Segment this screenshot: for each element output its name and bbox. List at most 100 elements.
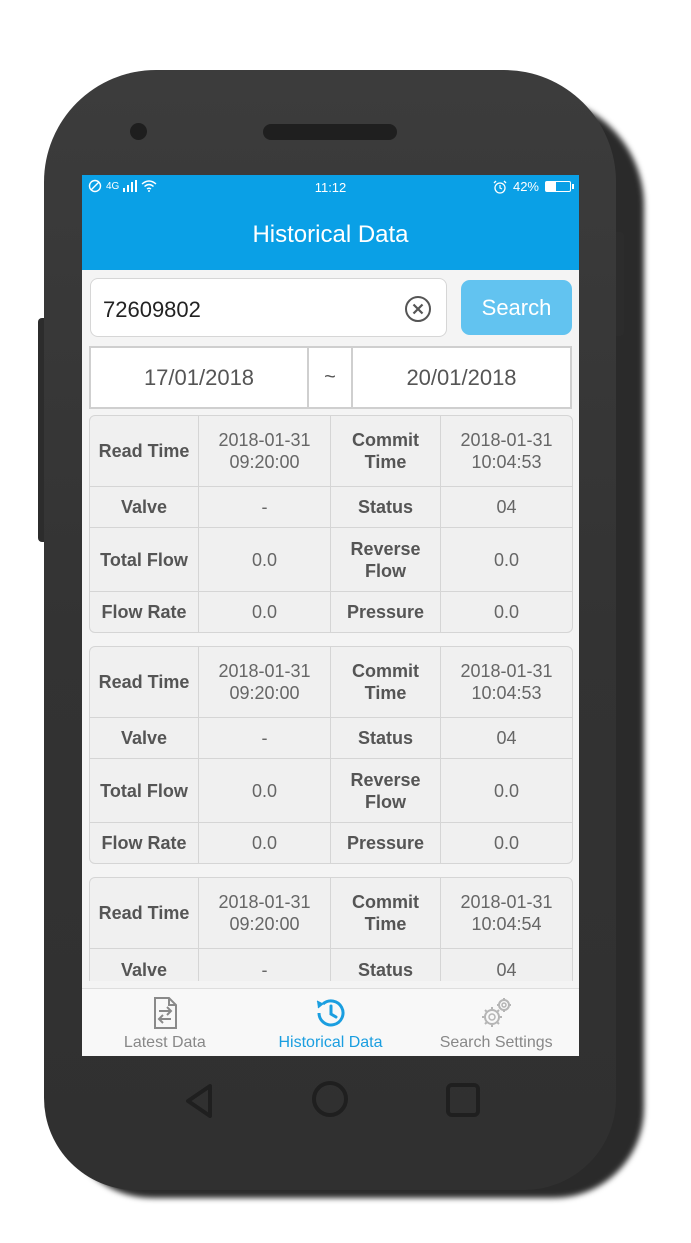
pressure-value: 0.0 <box>493 602 520 622</box>
list-item[interactable]: Read Time 2018-01-31 09:20:00 Commit Time … <box>89 877 573 981</box>
home-icon[interactable] <box>312 1081 348 1117</box>
tab-label: Latest Data <box>123 1034 206 1051</box>
read-time-value: 2018-01-31 09:20:00 <box>199 416 331 486</box>
clear-icon[interactable] <box>404 295 432 323</box>
total-flow-label: Total Flow <box>90 759 199 822</box>
status-value: 04 <box>496 959 517 980</box>
start-date-field[interactable]: 17/01/2018 <box>91 348 309 407</box>
valve-status-row: Valve - Status 04 <box>90 949 572 981</box>
rate-pressure-row: Flow Rate 0.0 Pressure 0.0 <box>90 592 572 632</box>
reverse-flow-value: 0.0 <box>493 549 520 570</box>
pressure-label: Pressure <box>331 592 441 632</box>
app-screen: 4G 11:12 42% Historical Data 72609802 Se… <box>82 175 579 1056</box>
commit-time-label: Commit Time <box>331 647 441 717</box>
commit-time-label-line1: Commit <box>352 661 419 681</box>
reverse-flow-label-line2: Flow <box>365 791 406 812</box>
search-button[interactable]: Search <box>461 280 572 335</box>
commit-time-value: 2018-01-31 10:04:53 <box>441 647 572 717</box>
status-value: 04 <box>496 728 517 748</box>
flow-rate-value: 0.0 <box>199 592 331 632</box>
reverse-flow-label-line2: Flow <box>365 560 406 581</box>
read-time-value: 2018-01-31 09:20:00 <box>199 647 331 717</box>
valve-status-row: Valve - Status 04 <box>90 487 572 528</box>
commit-time-label-line2: Time <box>364 683 407 703</box>
flow-rate-label: Flow Rate <box>90 823 199 863</box>
read-time-label: Read Time <box>90 878 199 948</box>
commit-time-clock: 10:04:53 <box>471 683 542 703</box>
date-separator: ~ <box>309 348 353 407</box>
alarm-icon <box>493 180 507 194</box>
pressure-value: 0.0 <box>493 833 520 853</box>
pressure-label: Pressure <box>331 823 441 863</box>
battery-percent: 42% <box>512 179 539 194</box>
commit-time-value: 2018-01-31 10:04:53 <box>441 416 572 486</box>
rate-pressure-row: Flow Rate 0.0 Pressure 0.0 <box>90 823 572 863</box>
valve-value: - <box>199 718 331 758</box>
list-item[interactable]: Read Time 2018-01-31 09:20:00 Commit Time … <box>89 646 573 864</box>
read-time-value: 2018-01-31 09:20:00 <box>199 878 331 948</box>
read-time-date: 2018-01-31 <box>218 430 311 450</box>
front-camera <box>130 123 147 140</box>
battery-icon <box>545 181 574 192</box>
flow-row: Total Flow 0.0 Reverse Flow 0.0 <box>90 528 572 592</box>
tab-search-settings[interactable]: Search Settings <box>413 989 579 1056</box>
valve-label: Valve <box>90 718 199 758</box>
tab-label: Search Settings <box>439 1034 553 1051</box>
valve-label: Valve <box>90 487 199 527</box>
battery-level <box>546 182 557 191</box>
tab-historical-data[interactable]: Historical Data <box>248 989 414 1056</box>
page-title: Historical Data <box>252 221 409 248</box>
end-date-field[interactable]: 20/01/2018 <box>353 348 570 407</box>
bottom-tab-bar: Latest Data Historical Data Search Setti… <box>82 988 579 1056</box>
valve-value: - <box>199 949 331 981</box>
recent-apps-icon[interactable] <box>446 1083 480 1117</box>
commit-time-label: Commit Time <box>331 416 441 486</box>
total-flow-label: Total Flow <box>90 528 199 591</box>
read-commit-row: Read Time 2018-01-31 09:20:00 Commit Time … <box>90 647 572 718</box>
status-bar: 4G 11:12 42% <box>82 175 579 199</box>
commit-time-label-line1: Commit <box>352 430 419 450</box>
commit-time-clock: 10:04:53 <box>471 452 542 472</box>
read-time-label: Read Time <box>90 416 199 486</box>
status-label: Status <box>331 718 441 758</box>
gears-icon <box>482 998 512 1027</box>
read-time-clock: 09:20:00 <box>229 914 300 934</box>
commit-time-value: 2018-01-31 10:04:54 <box>441 878 572 948</box>
history-clock-icon <box>316 999 344 1027</box>
flow-rate-label: Flow Rate <box>90 592 199 632</box>
app-header: Historical Data <box>82 199 579 270</box>
read-time-date: 2018-01-31 <box>218 892 311 912</box>
flow-row: Total Flow 0.0 Reverse Flow 0.0 <box>90 759 572 823</box>
reverse-flow-label-line1: Reverse <box>350 538 421 559</box>
commit-time-label-line1: Commit <box>352 892 419 912</box>
read-commit-row: Read Time 2018-01-31 09:20:00 Commit Time … <box>90 878 572 949</box>
list-item[interactable]: Read Time 2018-01-31 09:20:00 Commit Time … <box>89 415 573 633</box>
commit-time-date: 2018-01-31 <box>460 430 553 450</box>
valve-label: Valve <box>90 949 199 981</box>
flow-rate-value: 0.0 <box>199 823 331 863</box>
earpiece-speaker <box>263 124 397 140</box>
commit-time-label-line2: Time <box>364 914 407 934</box>
reverse-flow-label-line1: Reverse <box>350 769 421 790</box>
status-value: 04 <box>496 497 517 517</box>
commit-time-label: Commit Time <box>331 878 441 948</box>
status-right-icons: 42% <box>493 179 574 194</box>
read-time-clock: 09:20:00 <box>229 452 300 472</box>
back-icon[interactable] <box>180 1081 220 1121</box>
data-transfer-icon <box>153 997 177 1029</box>
total-flow-value: 0.0 <box>199 759 331 822</box>
reverse-flow-label: Reverse Flow <box>331 528 441 591</box>
read-time-date: 2018-01-31 <box>218 661 311 681</box>
tab-label: Historical Data <box>278 1034 383 1051</box>
tab-latest-data[interactable]: Latest Data <box>82 989 248 1056</box>
read-time-label: Read Time <box>90 647 199 717</box>
history-list[interactable]: Read Time 2018-01-31 09:20:00 Commit Time … <box>82 415 579 981</box>
date-range: 17/01/2018 ~ 20/01/2018 <box>89 346 572 409</box>
total-flow-value: 0.0 <box>199 528 331 591</box>
status-label: Status <box>331 949 441 981</box>
read-commit-row: Read Time 2018-01-31 09:20:00 Commit Time … <box>90 416 572 487</box>
commit-time-label-line2: Time <box>364 452 407 472</box>
search-input-value: 72609802 <box>103 297 201 322</box>
search-input[interactable]: 72609802 <box>90 278 447 337</box>
read-time-clock: 09:20:00 <box>229 683 300 703</box>
